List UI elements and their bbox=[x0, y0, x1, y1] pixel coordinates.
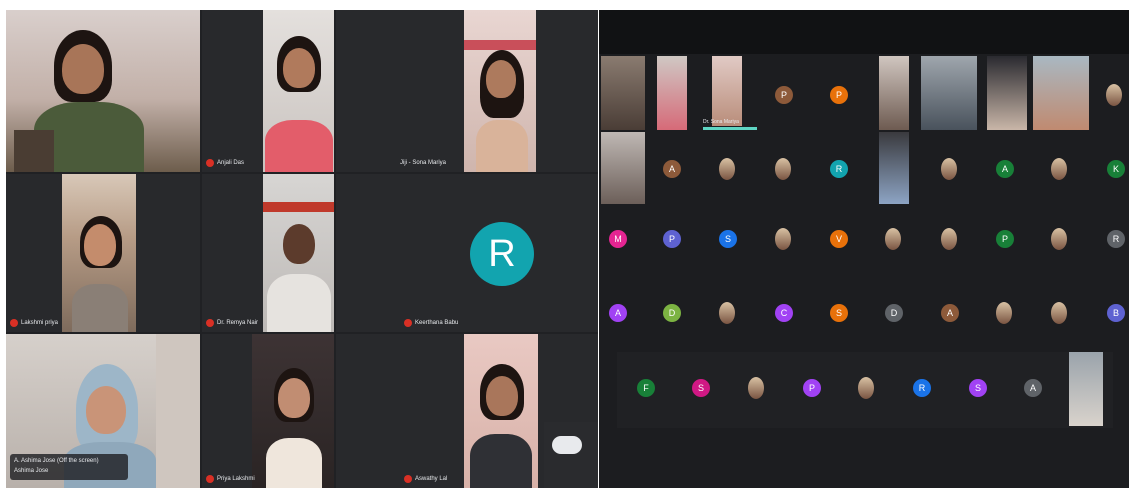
participant-avatar[interactable]: R bbox=[913, 379, 931, 397]
participant-avatar[interactable]: S bbox=[719, 230, 737, 248]
participant-photo[interactable] bbox=[1106, 84, 1122, 106]
participant-avatar[interactable]: P bbox=[803, 379, 821, 397]
participant-photo[interactable] bbox=[719, 158, 735, 180]
participant-nametag: Keerthana Babu bbox=[404, 318, 458, 328]
mic-muted-icon bbox=[206, 319, 214, 327]
participant-photo[interactable] bbox=[941, 228, 957, 250]
participant-avatar[interactable]: S bbox=[969, 379, 987, 397]
cloud-icon bbox=[552, 436, 582, 454]
participant-avatar[interactable]: S bbox=[692, 379, 710, 397]
participant-video bbox=[263, 10, 334, 172]
participant-avatar[interactable]: D bbox=[885, 304, 903, 322]
participant-avatar[interactable]: F bbox=[637, 379, 655, 397]
participant-nametag: Priya Lakshmi bbox=[206, 474, 255, 484]
top-bar bbox=[599, 10, 1129, 54]
participant-tile[interactable]: R Keerthana Babu bbox=[336, 174, 598, 332]
participant-avatar[interactable]: R bbox=[830, 160, 848, 178]
participant-tile[interactable]: Priya Lakshmi bbox=[202, 334, 334, 488]
participant-avatar: R bbox=[470, 222, 534, 286]
more-participants-tile[interactable] bbox=[544, 422, 598, 488]
left-meeting-grid: Anjali Das Jiji - Sona Mariya Lakshmi pr… bbox=[6, 10, 598, 488]
participant-photo[interactable] bbox=[996, 302, 1012, 324]
participant-tile[interactable]: Anjali Das bbox=[202, 10, 334, 172]
participant-video bbox=[263, 174, 334, 332]
participant-video[interactable] bbox=[601, 132, 645, 204]
participant-name: Dr. Sona Mariya bbox=[703, 119, 739, 125]
participant-avatar[interactable]: M bbox=[609, 230, 627, 248]
participant-video bbox=[464, 10, 536, 172]
participant-avatar[interactable]: A bbox=[663, 160, 681, 178]
participant-photo[interactable] bbox=[1051, 158, 1067, 180]
participant-photo[interactable] bbox=[1051, 228, 1067, 250]
participant-avatar[interactable]: C bbox=[775, 304, 793, 322]
participant-video[interactable] bbox=[601, 56, 645, 130]
presentation-note: A. Ashima Jose (Off the screen) bbox=[14, 458, 99, 464]
participant-photo[interactable] bbox=[775, 158, 791, 180]
participant-nametag: Anjali Das bbox=[206, 158, 244, 168]
participant-photo[interactable] bbox=[885, 228, 901, 250]
mic-muted-icon bbox=[404, 475, 412, 483]
participant-video[interactable] bbox=[987, 56, 1027, 130]
participant-photo[interactable] bbox=[941, 158, 957, 180]
participant-name: Keerthana Babu bbox=[415, 320, 459, 326]
participant-video[interactable] bbox=[657, 56, 687, 130]
participant-tile[interactable]: A. Ashima Jose (Off the screen) Ashima J… bbox=[6, 334, 200, 488]
participant-tile[interactable]: Aswathy Lal bbox=[336, 334, 598, 488]
participant-photo[interactable] bbox=[748, 377, 764, 399]
participant-video[interactable] bbox=[879, 132, 909, 204]
participant-video[interactable] bbox=[1033, 56, 1089, 130]
participant-photo[interactable] bbox=[1051, 302, 1067, 324]
speaking-indicator bbox=[703, 127, 757, 130]
participant-video[interactable] bbox=[712, 56, 742, 126]
participant-tile[interactable] bbox=[6, 10, 200, 172]
participant-nametag: Dr. Remya Nair bbox=[206, 318, 258, 328]
participant-nametag: Jiji - Sona Mariya bbox=[400, 158, 446, 168]
participant-avatar[interactable]: K bbox=[1107, 160, 1125, 178]
participant-video bbox=[252, 334, 334, 488]
mic-muted-icon bbox=[206, 159, 214, 167]
participant-video bbox=[6, 10, 200, 172]
participant-name: Jiji - Sona Mariya bbox=[400, 160, 447, 166]
participant-avatar[interactable]: V bbox=[830, 230, 848, 248]
participant-avatar[interactable]: P bbox=[775, 86, 793, 104]
participant-avatar[interactable]: A bbox=[1024, 379, 1042, 397]
participant-photo[interactable] bbox=[858, 377, 874, 399]
presentation-banner: A. Ashima Jose (Off the screen) Ashima J… bbox=[10, 454, 128, 480]
participant-avatar[interactable]: D bbox=[663, 304, 681, 322]
participant-video bbox=[62, 174, 136, 332]
presenter-name: Ashima Jose bbox=[14, 468, 49, 474]
participant-video[interactable] bbox=[879, 56, 909, 130]
mic-muted-icon bbox=[206, 475, 214, 483]
mic-muted-icon bbox=[10, 319, 18, 327]
participant-video[interactable] bbox=[1069, 352, 1103, 426]
participant-avatar[interactable]: A bbox=[609, 304, 627, 322]
participant-name: Anjali Das bbox=[217, 160, 245, 166]
participant-avatar[interactable]: P bbox=[663, 230, 681, 248]
participant-nametag: Aswathy Lal bbox=[404, 474, 447, 484]
participant-name: Dr. Remya Nair bbox=[217, 320, 259, 326]
participant-photo[interactable] bbox=[775, 228, 791, 250]
participant-photo[interactable] bbox=[719, 302, 735, 324]
participant-avatar[interactable]: P bbox=[996, 230, 1014, 248]
participant-avatar[interactable]: P bbox=[830, 86, 848, 104]
participant-tile[interactable]: Dr. Remya Nair bbox=[202, 174, 334, 332]
participant-name: Aswathy Lal bbox=[415, 476, 448, 482]
participant-avatar[interactable]: S bbox=[830, 304, 848, 322]
participant-avatar[interactable]: A bbox=[996, 160, 1014, 178]
participant-avatar[interactable]: R bbox=[1107, 230, 1125, 248]
participant-avatar[interactable]: A bbox=[941, 304, 959, 322]
mic-muted-icon bbox=[404, 319, 412, 327]
right-meeting-grid: Dr. Sona Mariya P P A R A K M P S V P R … bbox=[599, 10, 1129, 488]
participant-nametag: Lakshmi priya bbox=[10, 318, 58, 328]
participant-name: Priya Lakshmi bbox=[217, 476, 255, 482]
participant-video[interactable] bbox=[921, 56, 977, 130]
participant-tile[interactable]: Lakshmi priya bbox=[6, 174, 200, 332]
participant-avatar[interactable]: B bbox=[1107, 304, 1125, 322]
participant-video bbox=[464, 334, 538, 488]
participant-tile[interactable]: Jiji - Sona Mariya bbox=[336, 10, 598, 172]
participant-name: Lakshmi priya bbox=[21, 320, 59, 326]
